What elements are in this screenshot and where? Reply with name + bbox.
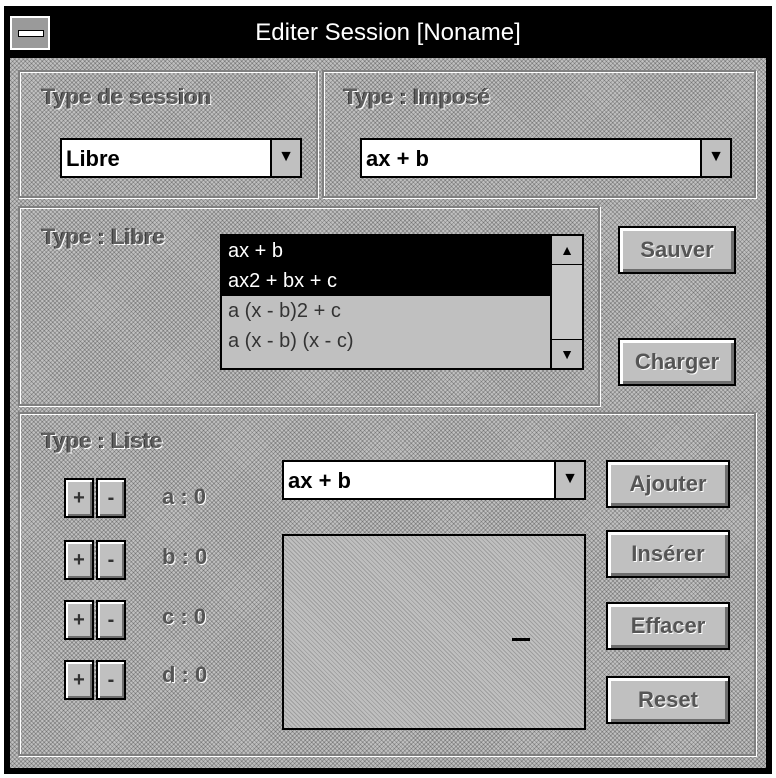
imposed-type-value: ax + b	[366, 146, 429, 171]
add-button[interactable]: Ajouter	[606, 460, 730, 508]
dialog-window: Editer Session [Noname] Type de session …	[4, 6, 772, 774]
save-button[interactable]: Sauver	[618, 226, 736, 274]
text-cursor	[512, 638, 530, 641]
scroll-down-arrow-icon[interactable]: ▼	[552, 339, 582, 368]
free-type-label: Type : Libre	[42, 224, 166, 249]
down-arrow-icon[interactable]: ▼	[270, 140, 300, 176]
param-a-value: a : 0	[162, 484, 207, 509]
param-c-value: c : 0	[162, 604, 207, 629]
list-item[interactable]: a (x - b)2 + c	[222, 296, 550, 326]
decrement-a-button[interactable]: -	[96, 478, 126, 518]
session-type-value: Libre	[66, 146, 120, 171]
decrement-b-button[interactable]: -	[96, 540, 126, 580]
list-item[interactable]: ax + b	[222, 236, 550, 266]
scroll-up-arrow-icon[interactable]: ▲	[552, 236, 582, 265]
load-button[interactable]: Charger	[618, 338, 736, 386]
system-menu-icon[interactable]	[10, 16, 50, 50]
window-title: Editer Session [Noname]	[255, 19, 521, 46]
insert-button[interactable]: Insérer	[606, 530, 730, 578]
list-item[interactable]: ax2 + bx + c	[222, 266, 550, 296]
list-item[interactable]: a (x - b) (x - c)	[222, 326, 550, 356]
title-bar[interactable]: Editer Session [Noname]	[10, 12, 766, 54]
list-type-label: Type : Liste	[42, 428, 163, 453]
list-type-value: ax + b	[288, 468, 351, 493]
dialog-client-area: Type de session Libre ▼ Type : Imposé ax…	[10, 58, 766, 768]
increment-c-button[interactable]: +	[64, 600, 94, 640]
increment-a-button[interactable]: +	[64, 478, 94, 518]
param-b-value: b : 0	[162, 544, 208, 569]
down-arrow-icon[interactable]: ▼	[554, 462, 584, 498]
decrement-d-button[interactable]: -	[96, 660, 126, 700]
reset-button[interactable]: Reset	[606, 676, 730, 724]
decrement-c-button[interactable]: -	[96, 600, 126, 640]
down-arrow-icon[interactable]: ▼	[700, 140, 730, 176]
increment-b-button[interactable]: +	[64, 540, 94, 580]
list-type-select[interactable]: ax + b ▼	[282, 460, 586, 500]
free-type-listbox[interactable]: ax + b ax2 + bx + c a (x - b)2 + c a (x …	[220, 234, 584, 370]
param-d-value: d : 0	[162, 662, 208, 687]
session-type-label: Type de session	[42, 84, 212, 109]
clear-button[interactable]: Effacer	[606, 602, 730, 650]
session-list-box[interactable]	[282, 534, 586, 730]
list-scrollbar[interactable]: ▲ ▼	[550, 236, 582, 368]
increment-d-button[interactable]: +	[64, 660, 94, 700]
imposed-type-label: Type : Imposé	[344, 84, 491, 109]
session-type-select[interactable]: Libre ▼	[60, 138, 302, 178]
imposed-type-select[interactable]: ax + b ▼	[360, 138, 732, 178]
